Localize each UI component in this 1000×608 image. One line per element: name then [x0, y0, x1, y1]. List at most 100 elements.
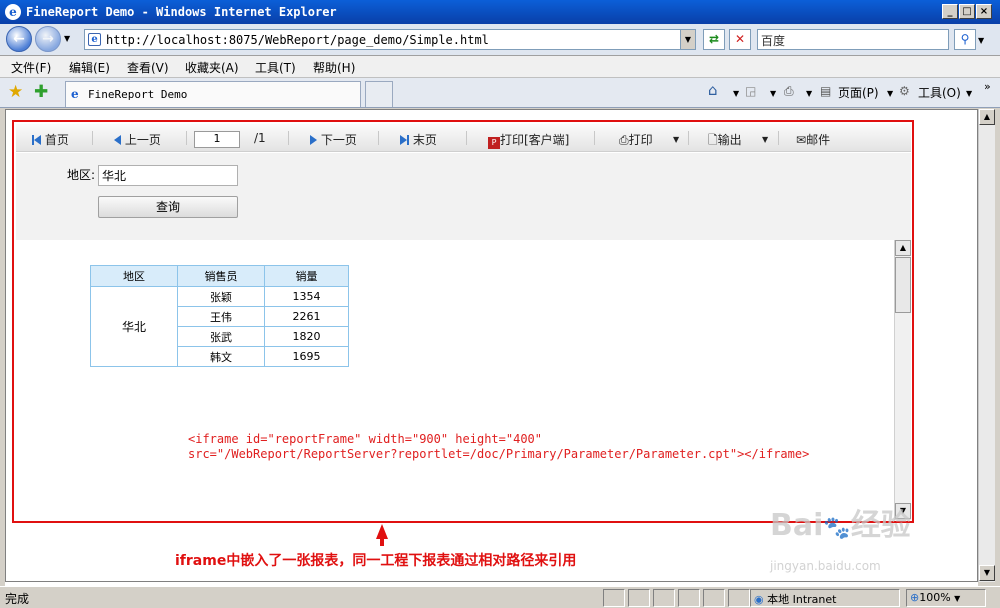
menu-help[interactable]: 帮助(H): [313, 59, 355, 76]
ie-logo-icon: e: [5, 4, 21, 20]
zoom-pane[interactable]: ⊕100% ▼: [906, 589, 986, 607]
zone-pane: ◉ 本地 Intranet: [750, 589, 900, 607]
status-pane: [603, 589, 625, 607]
add-favorite-icon[interactable]: ✚: [34, 82, 48, 102]
address-url[interactable]: http://localhost:8075/WebReport/page_dem…: [106, 33, 489, 47]
back-button[interactable]: ←: [6, 26, 32, 52]
export-button[interactable]: 🗋输出: [708, 131, 742, 152]
code-line: <iframe id="reportFrame" width="900" hei…: [188, 432, 543, 446]
browser-scroll-down-icon[interactable]: ▼: [979, 565, 995, 581]
sales-cell: 1354: [264, 286, 349, 307]
globe-icon: ◉: [754, 593, 764, 606]
header-region: 地区: [90, 265, 178, 287]
maximize-button[interactable]: □: [959, 4, 975, 19]
status-pane: [703, 589, 725, 607]
prev-page-button[interactable]: 上一页: [114, 131, 161, 148]
home-icon[interactable]: ⌂: [708, 81, 718, 99]
home-dropdown-icon[interactable]: ▼: [733, 89, 739, 98]
printer-icon: ⎙: [619, 133, 629, 147]
favorites-star-icon[interactable]: ★: [8, 82, 23, 102]
annotation-text: iframe中嵌入了一张报表，同一工程下报表通过相对路径来引用: [175, 553, 577, 569]
table-header-row: 地区 销售员 销量: [90, 265, 349, 287]
menu-tools[interactable]: 工具(T): [255, 59, 296, 76]
search-icon[interactable]: ⚲: [954, 29, 976, 50]
page-icon: e: [88, 33, 101, 46]
last-page-button[interactable]: 末页: [400, 131, 437, 148]
report-scroll-thumb[interactable]: [895, 257, 911, 313]
mail-button[interactable]: ✉邮件: [796, 131, 830, 148]
feeds-icon[interactable]: ◲: [745, 84, 756, 98]
tools-menu[interactable]: 工具(O): [918, 84, 961, 101]
toolbar-separator: [688, 131, 689, 145]
history-dropdown-icon[interactable]: ▼: [64, 34, 70, 43]
mail-icon: ✉: [796, 133, 807, 147]
print-dropdown-icon[interactable]: ▼: [673, 135, 679, 144]
search-input[interactable]: 百度: [757, 29, 949, 50]
first-page-button[interactable]: 首页: [32, 131, 69, 148]
report-iframe: 首页 上一页 1 /1 下一页 末页 P 打印[客户端] ⎙打印 ▼ 🗋输出 ▼ …: [16, 124, 911, 520]
tools-gear-icon: ⚙: [899, 84, 910, 98]
window-title: FineReport Demo - Windows Internet Explo…: [26, 5, 337, 19]
zoom-dropdown-icon[interactable]: ▼: [954, 594, 960, 603]
menu-edit[interactable]: 编辑(E): [69, 59, 110, 76]
status-pane: [653, 589, 675, 607]
chevron-more-icon[interactable]: »: [984, 80, 991, 93]
status-pane: [728, 589, 750, 607]
menu-bar: 文件(F) 编辑(E) 查看(V) 收藏夹(A) 工具(T) 帮助(H): [0, 56, 1000, 78]
menu-file[interactable]: 文件(F): [11, 59, 51, 76]
page-menu-icon: ▤: [820, 84, 832, 98]
iframe-code-annotation: <iframe id="reportFrame" width="900" hei…: [188, 432, 809, 462]
window-titlebar: e FineReport Demo - Windows Internet Exp…: [0, 0, 1000, 24]
print-dropdown-icon[interactable]: ▼: [806, 89, 812, 98]
report-toolbar: 首页 上一页 1 /1 下一页 末页 P 打印[客户端] ⎙打印 ▼ 🗋输出 ▼ …: [16, 124, 911, 152]
next-page-button[interactable]: 下一页: [310, 131, 357, 148]
toolbar-separator: [466, 131, 467, 145]
minimize-button[interactable]: _: [942, 4, 958, 19]
report-scroll-up-icon[interactable]: ▲: [895, 240, 911, 256]
new-tab-button[interactable]: [365, 81, 393, 107]
export-dropdown-icon[interactable]: ▼: [762, 135, 768, 144]
toolbar-separator: [378, 131, 379, 145]
header-sales: 销量: [264, 265, 349, 287]
report-vertical-scrollbar[interactable]: ▲ ▼: [894, 240, 911, 520]
page-menu[interactable]: 页面(P): [838, 84, 879, 101]
status-text: 完成: [5, 592, 30, 606]
page-dropdown-icon[interactable]: ▼: [887, 89, 893, 98]
parameter-panel: 地区: 华北 查询: [16, 153, 911, 240]
search-options-icon[interactable]: ▼: [978, 36, 984, 45]
print-button[interactable]: ⎙打印: [619, 131, 653, 148]
query-button[interactable]: 查询: [98, 196, 238, 218]
print-icon[interactable]: ⎙: [784, 84, 794, 99]
menu-view[interactable]: 查看(V): [127, 59, 169, 76]
sales-cell: 1820: [264, 326, 349, 347]
browser-vertical-scrollbar[interactable]: ▲ ▼: [978, 109, 995, 582]
tab-page-icon: e: [71, 87, 79, 101]
stop-button[interactable]: ✕: [729, 29, 751, 50]
address-dropdown-icon[interactable]: ▼: [680, 30, 695, 49]
print-client-button[interactable]: P 打印[客户端]: [488, 131, 569, 149]
seller-cell: 张颖: [177, 286, 265, 307]
zoom-icon: ⊕: [910, 591, 920, 604]
tools-dropdown-icon[interactable]: ▼: [966, 89, 972, 98]
toolbar-separator: [594, 131, 595, 145]
tab-title: FineReport Demo: [88, 88, 188, 101]
forward-button[interactable]: →: [35, 26, 61, 52]
sales-cell: 2261: [264, 306, 349, 327]
feeds-dropdown-icon[interactable]: ▼: [770, 89, 776, 98]
page-number-input[interactable]: 1: [194, 131, 240, 148]
tab-bar: ★ ✚ e FineReport Demo ⌂ ▼ ◲ ▼ ⎙ ▼ ▤ 页面(P…: [0, 78, 1000, 108]
status-pane: [678, 589, 700, 607]
report-table: 地区 销售员 销量 华北 张颖 1354 王伟 2261 张武 1820 韩文 …: [90, 265, 349, 367]
browser-scroll-up-icon[interactable]: ▲: [979, 109, 995, 125]
menu-favorites[interactable]: 收藏夹(A): [185, 59, 239, 76]
region-input[interactable]: 华北: [98, 165, 238, 186]
annotation-arrow-icon: [376, 524, 388, 539]
toolbar-separator: [288, 131, 289, 145]
close-window-button[interactable]: ×: [976, 4, 992, 19]
region-cell: 华北: [90, 286, 178, 367]
refresh-button[interactable]: ⇄: [703, 29, 725, 50]
tab-finereport-demo[interactable]: e FineReport Demo: [65, 81, 361, 107]
address-row: ← → ▼ e http://localhost:8075/WebReport/…: [0, 24, 1000, 56]
toolbar-separator: [778, 131, 779, 145]
address-bar[interactable]: e http://localhost:8075/WebReport/page_d…: [84, 29, 696, 50]
